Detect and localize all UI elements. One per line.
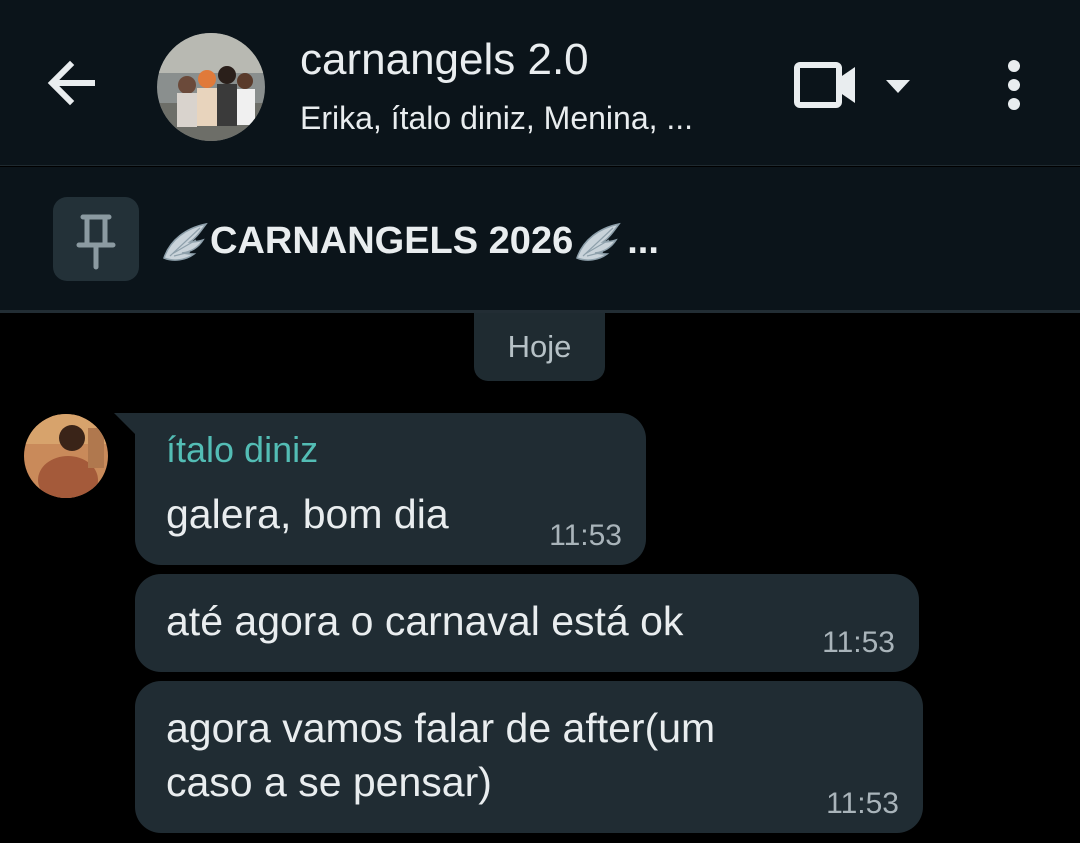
chat-title-block[interactable]: carnangels 2.0 Erika, ítalo diniz, Menin… xyxy=(300,30,770,142)
message-time: 11:53 xyxy=(826,787,899,820)
angel-wing-icon xyxy=(573,218,623,264)
caret-down-icon xyxy=(886,80,910,93)
message-bubble[interactable]: agora vamos falar de after(um caso a se … xyxy=(135,681,923,833)
sender-name[interactable]: ítalo diniz xyxy=(166,429,318,471)
sender-photo xyxy=(24,414,108,498)
message-text: agora vamos falar de after(um caso a se … xyxy=(166,701,715,809)
sender-avatar[interactable] xyxy=(24,414,108,498)
group-members: Erika, ítalo diniz, Menina, ... xyxy=(300,100,694,136)
arrow-left-icon xyxy=(47,60,95,106)
pinned-ellipsis: ... xyxy=(627,219,659,262)
video-camera-icon xyxy=(794,62,855,108)
message-text-line: caso a se pensar) xyxy=(166,759,492,805)
more-options-button[interactable] xyxy=(996,56,1032,116)
message-text: até agora o carnaval está ok xyxy=(166,598,684,644)
message-time: 11:53 xyxy=(822,626,895,659)
chat-screen: carnangels 2.0 Erika, ítalo diniz, Menin… xyxy=(0,0,1080,843)
pinned-message-bar[interactable]: CARNANGELS 2026 ... xyxy=(0,167,1080,313)
pin-button[interactable] xyxy=(53,197,139,281)
video-call-button[interactable] xyxy=(792,56,860,114)
group-avatar[interactable] xyxy=(157,33,265,141)
more-vertical-icon xyxy=(1008,60,1020,110)
message-text-line: agora vamos falar de after(um xyxy=(166,705,716,751)
pin-icon xyxy=(76,214,116,270)
back-button[interactable] xyxy=(40,50,106,116)
pinned-message-preview: CARNANGELS 2026 ... xyxy=(160,213,659,269)
call-options-button[interactable] xyxy=(882,74,914,98)
date-divider: Hoje xyxy=(474,313,605,381)
message-bubble[interactable]: ítalo diniz galera, bom dia 11:53 xyxy=(135,413,646,565)
message-time: 11:53 xyxy=(549,519,622,552)
message-text: galera, bom dia xyxy=(166,491,449,537)
group-photo xyxy=(157,33,265,141)
chat-header: carnangels 2.0 Erika, ítalo diniz, Menin… xyxy=(0,0,1080,166)
group-name: carnangels 2.0 xyxy=(300,35,589,84)
pinned-title: CARNANGELS 2026 xyxy=(210,219,574,262)
message-bubble[interactable]: até agora o carnaval está ok 11:53 xyxy=(135,574,919,672)
angel-wing-icon xyxy=(160,218,210,264)
